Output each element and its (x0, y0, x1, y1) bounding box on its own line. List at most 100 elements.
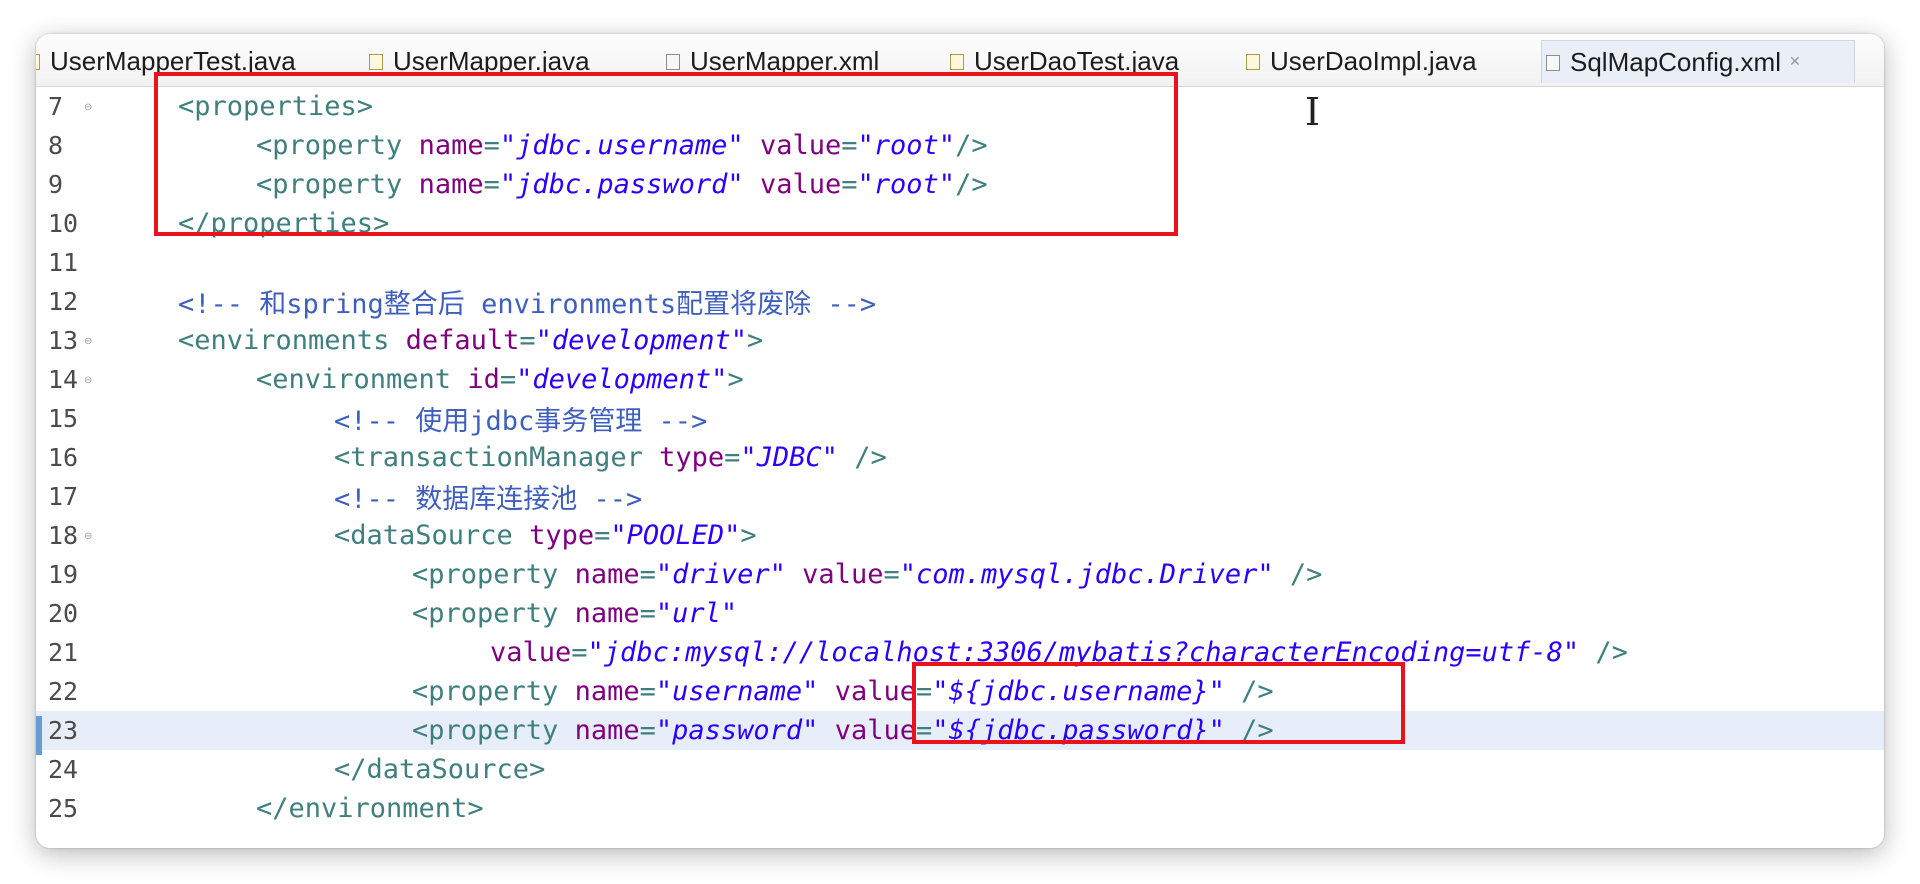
token-attr: name (574, 559, 640, 590)
token-attr: id (467, 364, 500, 395)
token-tag: /> (1273, 559, 1323, 590)
line-number-text: 16 (48, 443, 79, 472)
code-line[interactable]: 12 <!-- 和spring整合后 environments配置将废除 --> (36, 282, 1884, 321)
token-tag: > (746, 325, 764, 356)
code-text: <!-- 和spring整合后 environments配置将废除 --> (178, 282, 876, 321)
line-number-text: 7 (48, 92, 64, 121)
code-line[interactable]: 17 <!-- 数据库连接池 --> (36, 477, 1884, 516)
placeholder-values-highlight-box (912, 662, 1405, 744)
token-tag: /> (837, 442, 887, 473)
java-file-icon (1246, 54, 1260, 70)
token-tag: /> (1579, 637, 1628, 668)
token-val: "com.mysql.jdbc.Driver" (899, 559, 1274, 590)
token-tag: <environment (256, 364, 468, 395)
line-number-text: 15 (48, 404, 79, 433)
token-tag: = (639, 559, 656, 590)
line-number: 17 (36, 482, 112, 511)
token-cmt: <!-- 和spring整合后 environments配置将废除 --> (178, 289, 877, 320)
code-text: </dataSource> (334, 754, 545, 785)
line-number: 12 (36, 287, 112, 316)
fold-toggle-icon[interactable]: ⊖ (84, 531, 92, 542)
code-line[interactable]: 19 <property name="driver" value="com.mys… (36, 555, 1884, 594)
token-val: "development" (516, 364, 728, 395)
xml-file-icon (1546, 55, 1560, 71)
token-attr: value (490, 637, 572, 668)
token-tag: <dataSource (334, 520, 530, 551)
code-line[interactable]: 18 ⊖ <dataSource type="POOLED"> (36, 516, 1884, 555)
line-number: 13 ⊖ (36, 326, 112, 355)
code-text: <environment id="development"> (256, 364, 744, 395)
token-tag (786, 559, 802, 590)
token-val: "url" (655, 598, 738, 629)
code-text: <environments default="development"> (178, 325, 763, 356)
token-tag: <property (412, 598, 575, 629)
code-text: <property name="url" (412, 598, 737, 629)
token-tag: <transactionManager (334, 442, 660, 473)
token-tag: = (639, 598, 656, 629)
token-attr: type (659, 442, 725, 473)
line-number: 9 (36, 170, 112, 199)
token-attr: name (574, 715, 640, 746)
line-number-text: 19 (48, 560, 79, 589)
java-file-icon (369, 54, 383, 70)
token-attr: value (834, 715, 916, 746)
line-number-text: 21 (48, 638, 79, 667)
token-val: "POOLED" (610, 520, 741, 551)
line-number-text: 22 (48, 677, 79, 706)
token-val: "JDBC" (740, 442, 838, 473)
line-number: 24 (36, 755, 112, 784)
token-tag: </dataSource> (334, 754, 546, 785)
line-number-text: 14 (48, 365, 79, 394)
line-number: 14 ⊖ (36, 365, 112, 394)
token-tag: = (571, 637, 588, 668)
line-number-text: 20 (48, 599, 79, 628)
editor-window: UserMapperTest.java UserMapper.java UserMa… (36, 34, 1884, 848)
code-line[interactable]: 14 ⊖ <environment id="development"> (36, 360, 1884, 399)
line-number-text: 23 (48, 716, 79, 745)
line-number: 22 (36, 677, 112, 706)
code-line[interactable]: 20 <property name="url" (36, 594, 1884, 633)
token-attr: value (834, 676, 916, 707)
token-tag: > (740, 520, 757, 551)
token-tag (818, 676, 834, 707)
line-number: 10 (36, 209, 112, 238)
text-cursor-icon: I (1305, 90, 1321, 134)
token-val: "development" (535, 325, 747, 356)
token-tag: <property (412, 559, 575, 590)
xml-file-icon (666, 54, 680, 70)
code-text: <property name="driver" value="com.mysql… (412, 559, 1322, 590)
line-number: 20 (36, 599, 112, 628)
line-number: 21 (36, 638, 112, 667)
properties-highlight-box (154, 72, 1178, 236)
code-line[interactable]: 13 ⊖ <environments default="development"> (36, 321, 1884, 360)
token-tag: = (724, 442, 741, 473)
fold-toggle-icon[interactable]: ⊖ (84, 102, 92, 113)
code-text: <transactionManager type="JDBC" /> (334, 442, 887, 473)
code-line[interactable]: 15 <!-- 使用jdbc事务管理 --> (36, 399, 1884, 438)
token-attr: value (802, 559, 884, 590)
line-number: 7 ⊖ (36, 92, 112, 121)
code-line[interactable]: 25 </environment> (36, 789, 1884, 828)
token-tag: = (519, 325, 536, 356)
close-tab-icon[interactable]: ✕ (1789, 54, 1801, 70)
line-number: 18 ⊖ (36, 521, 112, 550)
line-number-text: 13 (48, 326, 79, 355)
token-val: "username" (655, 676, 819, 707)
token-cmt: <!-- 数据库连接池 --> (334, 484, 643, 515)
editor-tab[interactable]: SqlMapConfig.xml ✕ (1541, 40, 1855, 83)
fold-toggle-icon[interactable]: ⊖ (84, 336, 92, 347)
line-number: 19 (36, 560, 112, 589)
code-text: </environment> (256, 793, 484, 824)
editor-tab[interactable]: UserDaoImpl.java (1242, 40, 1481, 82)
token-val: "driver" (655, 559, 786, 590)
line-number-text: 8 (48, 131, 64, 160)
code-line[interactable]: 16 <transactionManager type="JDBC" /> (36, 438, 1884, 477)
token-tag: = (883, 559, 900, 590)
code-line[interactable]: 24 </dataSource> (36, 750, 1884, 789)
line-number: 11 (36, 248, 112, 277)
code-line[interactable]: 11 (36, 243, 1884, 282)
token-tag: <property (412, 715, 575, 746)
token-tag: </environment> (256, 793, 484, 824)
code-text: <!-- 数据库连接池 --> (334, 477, 642, 516)
fold-toggle-icon[interactable]: ⊖ (84, 375, 92, 386)
